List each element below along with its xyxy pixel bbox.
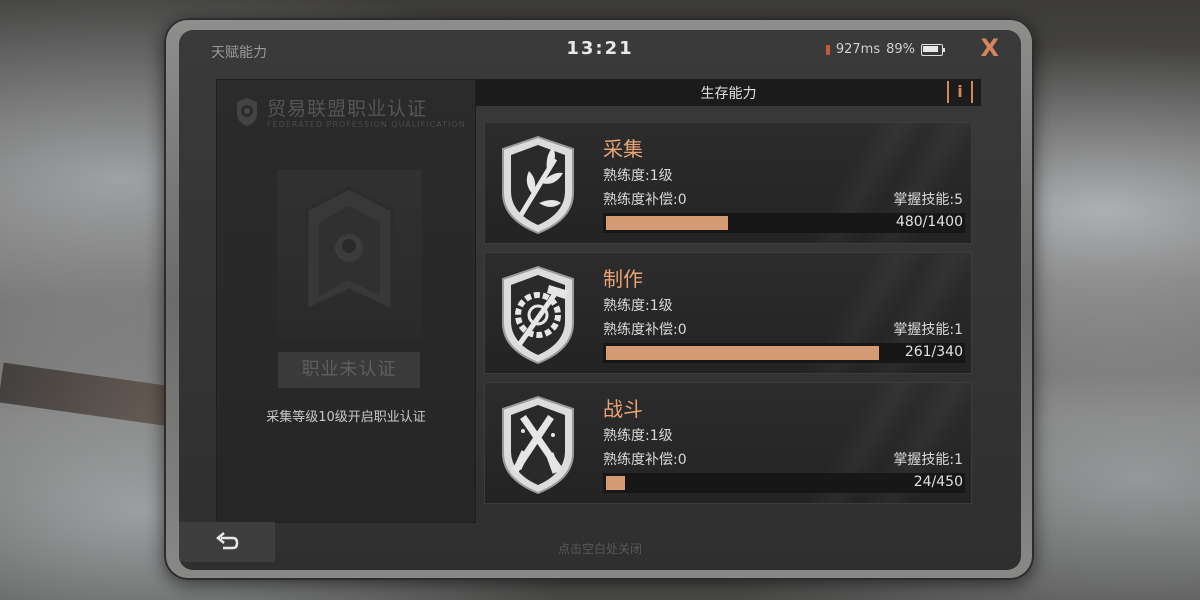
bottom-bar: 点击空白处关闭: [179, 522, 1021, 570]
certification-hint: 采集等级10级开启职业认证: [266, 410, 426, 425]
skill-name: 制作: [603, 267, 643, 291]
federation-logo-icon: [237, 98, 257, 126]
skill-level: 熟练度:1级: [603, 298, 673, 314]
skill-card-gathering[interactable]: 采集 熟练度:1级 熟练度补偿:0 掌握技能:5 480/1400: [484, 122, 972, 244]
progress-fill: [606, 216, 728, 230]
skill-name: 战斗: [603, 397, 643, 421]
close-hint: 点击空白处关闭: [557, 542, 642, 556]
skill-level: 熟练度:1级: [603, 428, 673, 444]
certification-header: 贸易联盟职业认证 FEDERATED PROFESSION QUALIFICAT…: [233, 94, 466, 134]
info-button[interactable]: i: [947, 81, 973, 103]
skill-mastery: 掌握技能:1: [893, 452, 963, 468]
progress-text: 261/340: [904, 344, 963, 360]
certification-title: 贸易联盟职业认证: [267, 98, 428, 120]
battery-value: 89%: [886, 42, 915, 57]
gear-hammer-shield-icon: [493, 261, 583, 367]
close-button[interactable]: X: [980, 34, 999, 62]
skill-compensation: 熟练度补偿:0: [603, 452, 687, 468]
background-railing: [0, 362, 182, 428]
skill-compensation: 熟练度补偿:0: [603, 322, 687, 338]
guns-shield-icon: [493, 391, 583, 497]
progress-fill: [606, 476, 625, 490]
section-title: 生存能力: [700, 86, 757, 102]
certification-panel: 贸易联盟职业认证 FEDERATED PROFESSION QUALIFICAT…: [216, 79, 476, 523]
skill-card-combat[interactable]: 战斗 熟练度:1级 熟练度补偿:0 掌握技能:1 24/450: [484, 382, 972, 504]
progress-fill: [606, 346, 879, 360]
certification-badge: [277, 170, 422, 340]
skill-compensation: 熟练度补偿:0: [603, 192, 687, 208]
section-header: 生存能力 i: [476, 79, 981, 106]
progress-text: 480/1400: [895, 214, 963, 230]
signal-icon: [825, 44, 830, 55]
progress-text: 24/450: [913, 474, 963, 490]
skill-name: 采集: [603, 137, 643, 161]
skill-mastery: 掌握技能:5: [893, 192, 963, 208]
certification-status-button[interactable]: 职业未认证: [278, 352, 420, 388]
skill-level: 熟练度:1级: [603, 168, 673, 184]
status-indicators: 927ms 89%: [825, 42, 945, 57]
certification-subtitle: FEDERATED PROFESSION QUALIFICATION: [267, 120, 466, 129]
status-bar: 天赋能力 13:21 927ms 89% X: [179, 30, 1021, 70]
skill-mastery: 掌握技能:1: [893, 322, 963, 338]
talent-screen: 天赋能力 13:21 927ms 89% X 贸易联盟职业认证 FEDERATE…: [179, 30, 1021, 570]
banner-emblem-icon: [305, 186, 394, 313]
battery-icon: [921, 43, 945, 56]
leaf-shield-icon: [493, 131, 583, 237]
skill-card-crafting[interactable]: 制作 熟练度:1级 熟练度补偿:0 掌握技能:1 261/340: [484, 252, 972, 374]
ping-value: 927ms: [835, 42, 881, 57]
progress-bar: [603, 473, 965, 493]
